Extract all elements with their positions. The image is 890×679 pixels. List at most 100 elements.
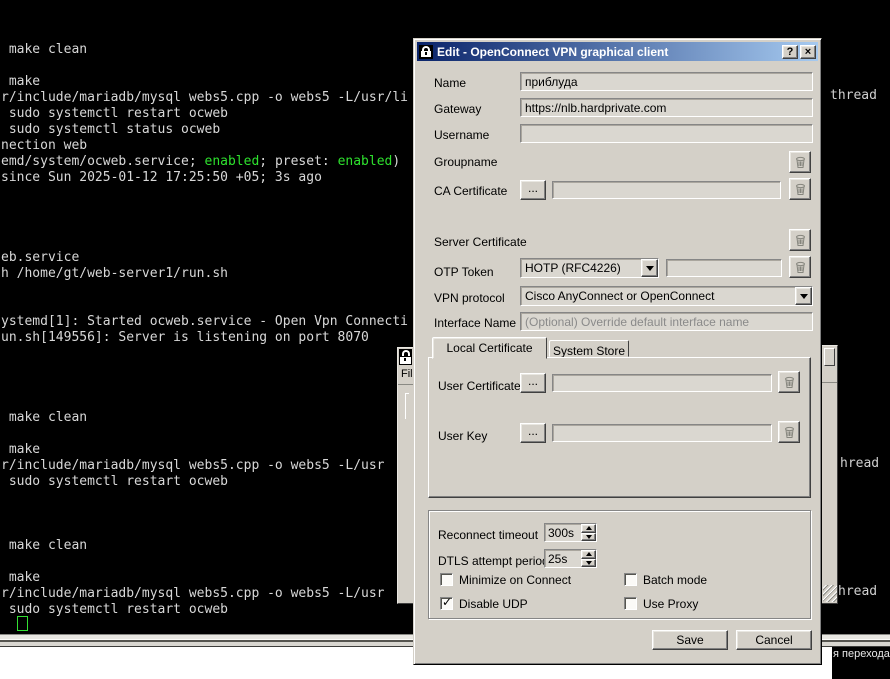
spin-down-button[interactable] [581, 559, 596, 568]
terminal-line: h /home/gt/web-server1/run.sh [1, 266, 408, 282]
tab-system-store[interactable]: System Store [549, 340, 629, 357]
name-value: приблуда [525, 75, 578, 89]
terminal-fragment: hread [838, 584, 877, 599]
spin-down-button[interactable] [581, 533, 596, 542]
chevron-down-icon [646, 266, 654, 271]
terminal-line [1, 426, 408, 442]
server-certificate-clear-button[interactable] [789, 229, 811, 251]
menu-file[interactable]: File [401, 368, 413, 380]
username-input[interactable] [520, 124, 813, 143]
close-button[interactable]: × [800, 45, 816, 59]
groupname-clear-button[interactable] [789, 151, 811, 173]
gateway-value: https://nlb.hardprivate.com [525, 101, 666, 115]
lock-icon [419, 45, 433, 59]
terminal-line: r/include/mariadb/mysql webs5.cpp -o web… [1, 586, 408, 602]
dialog-titlebar[interactable]: Edit - OpenConnect VPN graphical client … [417, 42, 818, 61]
terminal-line: make [1, 74, 408, 90]
save-button[interactable]: Save [652, 630, 728, 650]
terminal-line: sudo systemctl restart ocweb [1, 106, 408, 122]
user-key-clear-button[interactable] [778, 421, 800, 443]
terminal-line [1, 58, 408, 74]
gateway-input[interactable]: https://nlb.hardprivate.com [520, 98, 813, 117]
otp-token-input[interactable] [666, 259, 782, 277]
user-key-label: User Key [438, 429, 487, 443]
terminal-line [1, 346, 408, 362]
terminal-line: make clean [1, 42, 408, 58]
terminal-line [1, 378, 408, 394]
terminal-cursor [17, 616, 28, 631]
terminal-line: eb.service [1, 250, 408, 266]
help-button[interactable]: ? [782, 45, 798, 59]
ca-certificate-browse-button[interactable]: ... [520, 180, 546, 200]
dtls-attempt-period-spinner[interactable]: 25s [544, 549, 597, 568]
trash-icon [794, 156, 807, 169]
trash-icon [794, 183, 807, 196]
scrollbar-fragment [824, 348, 835, 366]
terminal-line: sudo systemctl restart ocweb [1, 602, 408, 618]
interface-name-label: Interface Name [434, 316, 516, 330]
checkbox-batch-mode[interactable] [624, 573, 637, 586]
interface-name-placeholder: (Optional) Override default interface na… [525, 315, 749, 329]
otp-token-select[interactable]: HOTP (RFC4226) [520, 258, 659, 278]
chevron-up-icon [586, 526, 592, 530]
trash-icon [794, 234, 807, 247]
checkbox-batch-mode-label[interactable]: Batch mode [643, 573, 707, 587]
terminal-line: nection web [1, 138, 408, 154]
terminal-line [1, 554, 408, 570]
checkbox-disable-udp-label[interactable]: Disable UDP [459, 597, 528, 611]
terminal-fragment: hread [840, 456, 879, 471]
otp-token-selected: HOTP (RFC4226) [521, 259, 641, 277]
interface-name-input[interactable]: (Optional) Override default interface na… [520, 312, 813, 331]
ca-certificate-clear-button[interactable] [789, 178, 811, 200]
vpn-protocol-select[interactable]: Cisco AnyConnect or OpenConnect [520, 286, 813, 306]
dropdown-button[interactable] [795, 287, 812, 305]
cancel-button[interactable]: Cancel [736, 630, 812, 650]
background-window-left-edge: File [397, 347, 413, 604]
reconnect-timeout-value: 300s [545, 524, 581, 541]
terminal-line: r/include/mariadb/mysql webs5.cpp -o web… [1, 458, 408, 474]
terminal-fragment: thread [830, 88, 877, 103]
vpn-protocol-selected: Cisco AnyConnect or OpenConnect [521, 287, 795, 305]
otp-token-clear-button[interactable] [789, 256, 811, 278]
terminal-line [1, 490, 408, 506]
user-certificate-clear-button[interactable] [778, 371, 800, 393]
chevron-down-icon [586, 561, 592, 565]
user-certificate-input[interactable] [552, 374, 772, 392]
menubar-divider [822, 382, 837, 383]
user-certificate-browse-button[interactable]: ... [520, 373, 546, 393]
terminal-line [1, 282, 408, 298]
background-window-right-edge [822, 345, 838, 604]
checkbox-use-proxy[interactable] [624, 597, 637, 610]
check-icon: ✓ [442, 595, 452, 609]
chevron-down-icon [800, 294, 808, 299]
user-key-input[interactable] [552, 424, 772, 442]
ca-certificate-input[interactable] [552, 181, 781, 199]
trash-icon [783, 426, 796, 439]
user-certificate-label: User Certificate [438, 379, 521, 393]
terminal-line: un.sh[149556]: Server is listening on po… [1, 330, 408, 346]
checkbox-minimize-on-connect-label[interactable]: Minimize on Connect [459, 573, 571, 587]
gateway-label: Gateway [434, 102, 481, 116]
resize-grip-icon[interactable] [823, 585, 837, 602]
terminal-fragment-bottom: я перехода [833, 648, 890, 660]
trash-icon [783, 376, 796, 389]
terminal-line [1, 394, 408, 410]
edit-vpn-dialog: Edit - OpenConnect VPN graphical client … [413, 38, 822, 665]
user-key-browse-button[interactable]: ... [520, 423, 546, 443]
checkbox-disable-udp[interactable]: ✓ [440, 597, 453, 610]
checkbox-use-proxy-label[interactable]: Use Proxy [643, 597, 698, 611]
reconnect-timeout-spinner[interactable]: 300s [544, 523, 597, 542]
dialog-title: Edit - OpenConnect VPN graphical client [437, 45, 780, 59]
checkbox-minimize-on-connect[interactable] [440, 573, 453, 586]
spin-up-button[interactable] [581, 550, 596, 559]
terminal-line [1, 506, 408, 522]
username-label: Username [434, 128, 489, 142]
name-input[interactable]: приблуда [520, 72, 813, 91]
spin-up-button[interactable] [581, 524, 596, 533]
terminal-line: r/include/mariadb/mysql webs5.cpp -o web… [1, 90, 408, 106]
terminal-line: sudo systemctl restart ocweb [1, 474, 408, 490]
chevron-up-icon [586, 552, 592, 556]
tab-local-certificate[interactable]: Local Certificate [432, 337, 547, 359]
dropdown-button[interactable] [641, 259, 658, 277]
terminal-line [1, 522, 408, 538]
